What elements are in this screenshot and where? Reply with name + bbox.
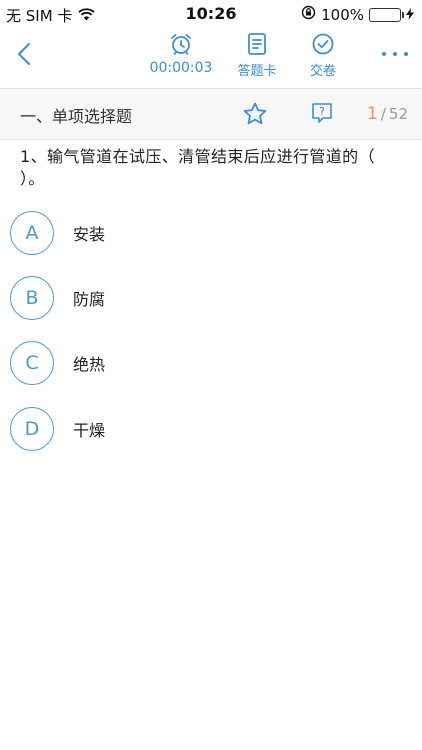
option-text: 防腐 [73,290,106,309]
top-toolbar: 00:00:03 答题卡 交卷 [0,28,422,84]
question-text: 1、输气管道在试压、清管结束后应进行管道的（ ）。 [20,147,375,188]
option-letter-badge: D [10,407,54,451]
help-button[interactable]: ? [310,101,334,125]
more-dot-icon [393,52,397,56]
current-question-number: 1 [367,104,378,124]
more-options-button[interactable] [382,46,408,62]
more-dot-icon [382,52,386,56]
answer-card-icon [246,28,268,56]
timer-button[interactable]: 00:00:03 [150,28,212,76]
option-text: 安装 [73,225,106,244]
option-letter-badge: B [10,276,54,320]
rotation-lock-icon [301,5,316,24]
option-text: 干燥 [73,421,106,440]
section-header: 一、单项选择题 ? 1/52 [0,88,422,140]
option-c[interactable]: C 绝热 [10,340,390,386]
option-a[interactable]: A 安装 [10,210,390,256]
option-d[interactable]: D 干燥 [10,406,390,452]
submit-button[interactable]: 交卷 [300,28,346,79]
question-counter: 1/52 [367,104,408,124]
check-circle-icon [311,28,335,56]
svg-text:?: ? [319,105,325,118]
option-text: 绝热 [73,355,106,374]
star-icon [243,102,267,125]
chevron-left-icon [18,43,30,65]
battery-percent: 100% [321,5,364,24]
section-title: 一、单项选择题 [20,107,133,126]
submit-label: 交卷 [309,64,336,79]
total-question-count: 52 [388,105,408,123]
status-bar: 无 SIM 卡 10:26 100% [0,0,422,28]
status-right: 100% [301,5,414,24]
counter-separator: / [380,105,386,123]
charging-icon [406,6,414,24]
more-dot-icon [404,52,408,56]
option-letter-badge: A [10,211,54,255]
battery-icon [369,7,404,22]
option-letter-badge: C [10,341,54,385]
question-bubble-icon: ? [312,103,332,123]
timer-label: 00:00:03 [149,60,213,76]
option-b[interactable]: B 防腐 [10,275,390,321]
alarm-clock-icon [169,28,193,56]
answer-card-button[interactable]: 答题卡 [232,28,282,79]
favorite-button[interactable] [242,101,268,127]
back-button[interactable] [10,36,38,72]
answer-card-label: 答题卡 [237,64,277,79]
